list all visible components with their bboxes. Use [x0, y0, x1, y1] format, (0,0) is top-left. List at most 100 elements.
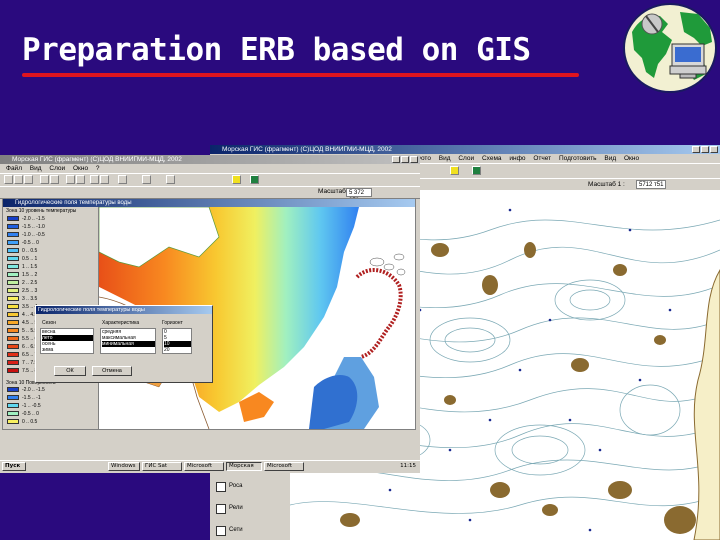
layer-item[interactable]: Роса	[216, 482, 286, 494]
legend-swatch	[7, 328, 19, 333]
start-button[interactable]: Пуск	[2, 462, 26, 471]
slide-title: Preparation ERB based on GIS	[22, 32, 531, 68]
legend-label: -1.5 .. -1	[22, 395, 41, 401]
taskbar-item[interactable]: ГИС Sat	[142, 462, 182, 471]
tool-button[interactable]	[472, 166, 481, 175]
cancel-button[interactable]: Отмена	[92, 366, 132, 376]
front-window-menubar: Файл Вид Слои Окно ?	[0, 164, 420, 173]
scale-input[interactable]: 5712 т51	[636, 180, 666, 189]
characteristic-list[interactable]: средняя максимальная минимальная	[100, 328, 156, 354]
legend-swatch	[7, 360, 19, 365]
legend-swatch	[7, 288, 19, 293]
tool-button[interactable]	[90, 175, 99, 184]
legend-label: 2 .. 2.5	[22, 280, 38, 286]
tool-button[interactable]	[24, 175, 33, 184]
tool-button[interactable]	[142, 175, 151, 184]
tool-button[interactable]	[250, 175, 259, 184]
legend-label: 0.5 .. 1	[22, 256, 38, 262]
ok-button[interactable]: ОК	[54, 366, 86, 376]
taskbar-item[interactable]: Морская	[226, 462, 262, 471]
tool-button[interactable]	[166, 175, 175, 184]
tool-button[interactable]	[14, 175, 23, 184]
legend-swatch	[7, 312, 19, 317]
layer-item[interactable]: Рели	[216, 504, 286, 516]
legend-label: 3 .. 3.5	[22, 296, 38, 302]
depth-list[interactable]: 0 5 10 20	[162, 328, 192, 354]
front-window-controls	[392, 156, 418, 163]
legend-label: 1 .. 1.5	[22, 264, 38, 270]
tool-button[interactable]	[4, 175, 13, 184]
taskbar-item[interactable]: Microsoft	[264, 462, 304, 471]
menu-item[interactable]: Окно	[624, 155, 639, 162]
legend-label: -1.0 .. -0.5	[22, 232, 45, 238]
globe-computer-icon	[622, 2, 718, 94]
layer-dialog: Гидрологические поля температуры воды Се…	[35, 305, 213, 383]
tool-button[interactable]	[40, 175, 49, 184]
maximize-icon[interactable]	[401, 156, 409, 163]
legend-item: 1.5 .. 2	[7, 272, 51, 278]
taskbar-item[interactable]: Microsoft	[184, 462, 224, 471]
dialog-col2-label: Характеристика	[102, 320, 140, 326]
dialog-col1-label: Сезон	[42, 320, 57, 326]
menu-item[interactable]: Подготовить	[559, 155, 597, 162]
menu-item[interactable]: Вид	[439, 155, 451, 162]
legend-label: -0.5 .. 0	[22, 240, 39, 246]
close-icon[interactable]	[410, 156, 418, 163]
legend-swatch	[7, 368, 19, 373]
menu-item[interactable]: Слои	[458, 155, 474, 162]
legend-swatch	[7, 403, 19, 408]
back-window-controls	[692, 146, 718, 153]
tool-button[interactable]	[100, 175, 109, 184]
legend-swatch	[7, 256, 19, 261]
legend-item: 0 .. 0.5	[7, 248, 51, 254]
title-underline	[22, 73, 579, 77]
legend-item: 0.5 .. 1	[7, 256, 51, 262]
layer-swatch	[216, 526, 226, 536]
legend-swatch	[7, 336, 19, 341]
layer-swatch	[216, 482, 226, 492]
menu-item[interactable]: Файл	[6, 165, 22, 172]
minimize-icon[interactable]	[392, 156, 400, 163]
legend-swatch	[7, 352, 19, 357]
legend-swatch	[7, 240, 19, 245]
menu-item[interactable]: Слои	[49, 165, 65, 172]
tool-button[interactable]	[232, 175, 241, 184]
legend-item: 3 .. 3.5	[7, 296, 51, 302]
tool-button[interactable]	[76, 175, 85, 184]
season-list[interactable]: весна лето осень зима	[40, 328, 94, 354]
temperature-map-titlebar: Гидрологические поля температуры воды	[3, 199, 415, 207]
menu-item[interactable]: Схема	[482, 155, 502, 162]
maximize-icon[interactable]	[701, 146, 709, 153]
legend-item: 0 .. 0.5	[7, 419, 51, 425]
legend-item: -0.5 .. 0	[7, 411, 51, 417]
menu-item[interactable]: ?	[96, 165, 100, 172]
taskbar-clock: 11:15	[400, 463, 416, 469]
minimize-icon[interactable]	[692, 146, 700, 153]
legend-swatch	[7, 264, 19, 269]
scale-input[interactable]: 5 372 378	[346, 188, 372, 204]
dialog-col3-label: Горизонт	[162, 320, 183, 326]
legend-item: -2.0 .. -1.5	[7, 387, 51, 393]
taskbar-item[interactable]: Windows	[108, 462, 140, 471]
tool-button[interactable]	[450, 166, 459, 175]
legend-swatch	[7, 224, 19, 229]
legend-swatch	[7, 232, 19, 237]
back-window-titlebar: Морская ГИС (фрагмент) (С)ЦОД ВНИИГМИ-МЦ…	[210, 145, 720, 154]
legend-label: -2.0 .. -1.5	[22, 216, 45, 222]
legend-swatch	[7, 411, 19, 416]
scale-label: Масштаб 1 :	[588, 181, 625, 188]
menu-item[interactable]: Окно	[73, 165, 88, 172]
tool-button[interactable]	[66, 175, 75, 184]
menu-item[interactable]: Вид	[30, 165, 42, 172]
tool-button[interactable]	[50, 175, 59, 184]
close-icon[interactable]	[710, 146, 718, 153]
layer-item[interactable]: Сети	[216, 526, 286, 538]
tool-button[interactable]	[118, 175, 127, 184]
menu-item[interactable]: инфо	[509, 155, 525, 162]
legend-swatch	[7, 387, 19, 392]
menu-item[interactable]: Вид	[604, 155, 616, 162]
legend-item: 1 .. 1.5	[7, 264, 51, 270]
menu-item[interactable]: Отчет	[533, 155, 551, 162]
legend-swatch	[7, 395, 19, 400]
legend-swatch	[7, 320, 19, 325]
